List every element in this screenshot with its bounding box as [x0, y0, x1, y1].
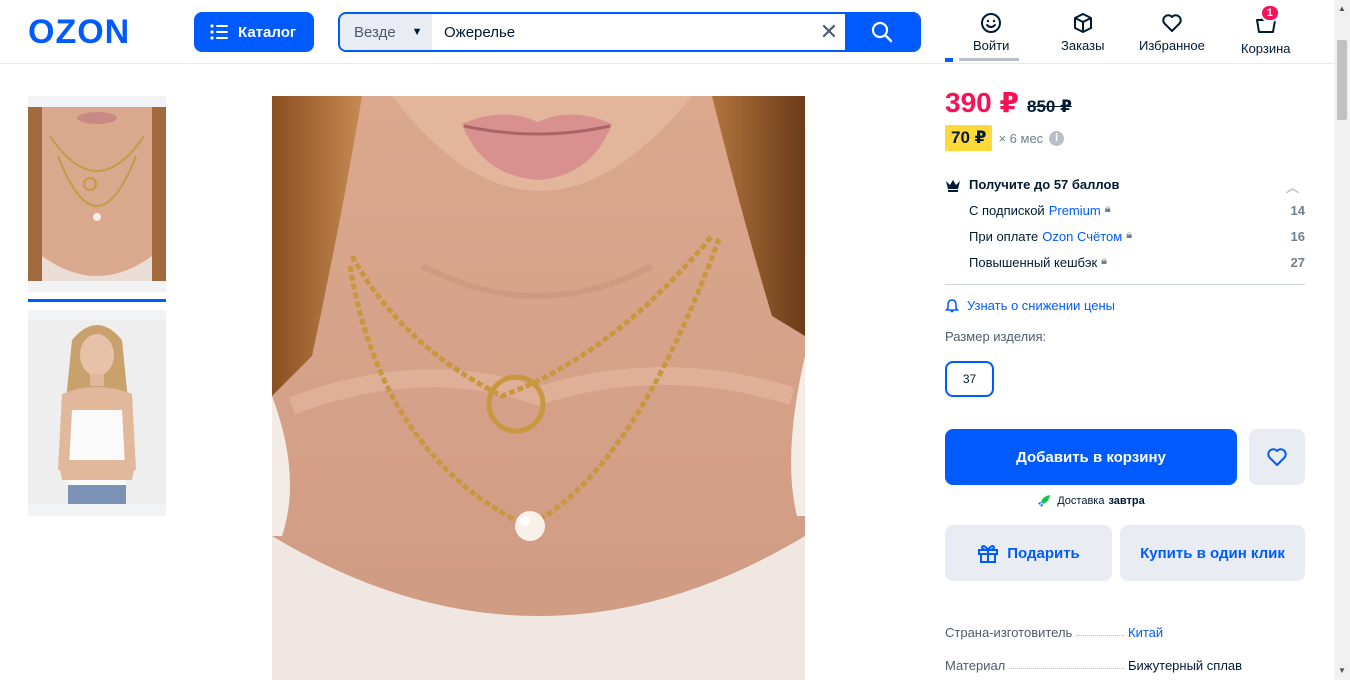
header: OZON Каталог Везде ▼ ✕ Войти: [0, 0, 1334, 64]
spec-key: Материал: [945, 658, 1128, 673]
bonus-row-cashback: Повышенный кешбэк 🔒︎ 27: [969, 255, 1305, 270]
catalog-list-icon: [210, 24, 228, 40]
necklace-photo: [272, 96, 805, 680]
truncated-text-icon: [945, 58, 1019, 62]
gift-button[interactable]: Подарить: [945, 525, 1112, 581]
delivery-prefix: Доставка: [1057, 495, 1105, 507]
price-alert-label: Узнать о снижении цены: [967, 298, 1116, 313]
search-input[interactable]: [432, 14, 813, 50]
truncated-header-remnant: [945, 55, 1065, 65]
bonus-row-value: 16: [1290, 229, 1305, 244]
bonus-row-value: 27: [1290, 255, 1305, 270]
installment-term: × 6 мес: [998, 130, 1044, 146]
scroll-down-arrow-icon[interactable]: ▼: [1338, 666, 1346, 675]
spec-key: Страна-изготовитель: [945, 625, 1128, 640]
lock-icon: 🔒︎: [1126, 229, 1133, 241]
rocket-icon: [1038, 495, 1051, 507]
bonus-row-prefix: С подпиской: [969, 203, 1045, 218]
thumbnail-model-image: [28, 320, 166, 504]
bell-icon: [945, 298, 959, 312]
size-label: Размер изделия:: [945, 329, 1047, 344]
heart-icon: [1267, 448, 1287, 466]
login-label: Войти: [973, 38, 1010, 53]
search-button[interactable]: [845, 14, 919, 50]
size-option[interactable]: 37: [945, 361, 994, 397]
spec-row-country: Страна-изготовитель Китай: [945, 625, 1305, 640]
spec-dots: [1009, 658, 1124, 669]
favorites-link[interactable]: Избранное: [1139, 12, 1205, 53]
orders-link[interactable]: Заказы: [1061, 12, 1104, 53]
search-bar: Везде ▼ ✕: [338, 12, 921, 52]
bonus-row-ozon-account: При оплате Ozon Счётом 🔒︎ 16: [969, 229, 1305, 244]
gift-icon: [978, 545, 999, 563]
orders-label: Заказы: [1061, 38, 1105, 53]
spec-key-label: Страна-изготовитель: [945, 625, 1073, 640]
favorites-label: Избранное: [1139, 38, 1205, 53]
installment-row[interactable]: 70 ₽ × 6 мес i: [945, 125, 1065, 151]
clear-icon[interactable]: ✕: [813, 14, 845, 50]
catalog-button[interactable]: Каталог: [194, 12, 314, 52]
scroll-up-arrow-icon[interactable]: ▲: [1338, 4, 1346, 13]
spec-value-link[interactable]: Китай: [1128, 625, 1163, 640]
search-scope-label: Везде: [354, 23, 396, 41]
bonus-header[interactable]: Получите до 57 баллов ︿: [945, 177, 1305, 195]
box-icon: [1073, 13, 1092, 33]
add-to-cart-button[interactable]: Добавить в корзину: [945, 429, 1237, 485]
divider: [945, 284, 1305, 285]
buy-one-click-button[interactable]: Купить в один клик: [1120, 525, 1305, 581]
caret-down-icon: ▼: [411, 26, 423, 38]
installment-price: 70 ₽: [945, 125, 993, 151]
cart-link[interactable]: 1 Корзина: [1241, 4, 1291, 56]
search-scope-select[interactable]: Везде ▼: [340, 14, 432, 50]
cart-icon-wrap: 1: [1254, 4, 1280, 37]
cart-count-badge: 1: [1259, 4, 1280, 22]
spec-value: Бижутерный сплав: [1128, 658, 1243, 673]
lock-icon: 🔒︎: [1101, 255, 1108, 267]
current-price: 390 ₽: [945, 87, 1019, 118]
heart-icon: [1162, 14, 1182, 32]
gift-label: Подарить: [1007, 544, 1080, 562]
spec-dots: [1076, 625, 1124, 636]
spec-row-material: Материал Бижутерный сплав: [945, 658, 1305, 673]
thumbnail-1[interactable]: [28, 96, 166, 292]
info-icon[interactable]: i: [1049, 130, 1065, 146]
catalog-label: Каталог: [238, 23, 297, 41]
bonus-row-prefix: При оплате: [969, 229, 1039, 244]
add-to-favorites-button[interactable]: [1249, 429, 1305, 485]
price-row: 390 ₽ 850 ₽: [945, 86, 1072, 119]
login-link[interactable]: Войти: [973, 12, 1009, 53]
cart-label: Корзина: [1241, 41, 1291, 56]
thumbnail-2[interactable]: [28, 310, 166, 516]
delivery-day: завтра: [1108, 495, 1145, 507]
ozon-logo[interactable]: OZON: [28, 15, 130, 49]
delivery-info: Доставка завтра: [945, 494, 1237, 508]
spec-key-label: Материал: [945, 658, 1006, 673]
bonus-row-value: 14: [1290, 203, 1305, 218]
ozon-account-link[interactable]: Ozon Счётом: [1042, 229, 1122, 244]
thumbnail-necklace-closeup-image: [28, 107, 166, 281]
scrollbar-thumb[interactable]: [1337, 40, 1347, 120]
bonus-row-prefix: Повышенный кешбэк: [969, 255, 1098, 270]
user-face-icon: [981, 13, 1002, 33]
bonus-title: Получите до 57 баллов: [969, 177, 1120, 192]
premium-link[interactable]: Premium: [1049, 203, 1101, 218]
chevron-up-icon[interactable]: ︿: [1286, 177, 1299, 196]
thumbnail-active-indicator: [28, 299, 166, 302]
price-alert-link[interactable]: Узнать о снижении цены: [945, 298, 1115, 313]
bonus-row-premium: С подпиской Premium 🔒︎ 14: [969, 203, 1305, 218]
lock-icon: 🔒︎: [1104, 203, 1111, 215]
main-product-image[interactable]: [272, 96, 805, 680]
search-icon: [871, 21, 893, 43]
crown-icon: [946, 179, 960, 192]
old-price: 850 ₽: [1026, 97, 1072, 116]
